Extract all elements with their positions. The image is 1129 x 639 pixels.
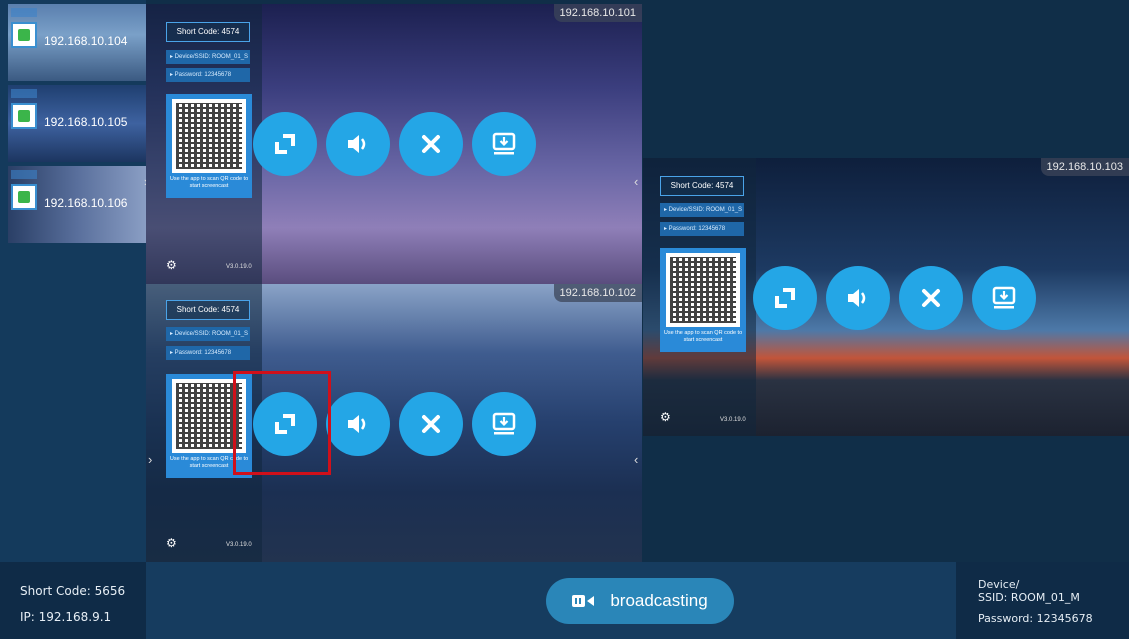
mini-code-box: [11, 8, 37, 17]
download-screen-button[interactable]: [472, 112, 536, 176]
broadcast-icon: [572, 595, 595, 607]
broadcast-label: broadcasting: [610, 591, 708, 610]
ssid-bar: ▸ Device/SSID: ROOM_01_S: [660, 203, 744, 217]
download-screen-icon: [492, 132, 516, 155]
close-button[interactable]: [899, 266, 963, 330]
short-code-box: Short Code: 4574: [166, 22, 250, 42]
close-icon: [422, 415, 440, 433]
fullscreen-button[interactable]: [753, 266, 817, 330]
broadcast-button[interactable]: broadcasting: [546, 578, 734, 624]
screencast-app: 192.168.10.104 192.168.10.105 192.168.10…: [0, 0, 1129, 639]
gear-icon[interactable]: ⚙: [660, 410, 674, 424]
volume-button[interactable]: [326, 392, 390, 456]
volume-button[interactable]: [826, 266, 890, 330]
close-button[interactable]: [399, 392, 463, 456]
device-ip: 192.168.10.104: [44, 34, 128, 48]
close-icon: [922, 289, 940, 307]
fullscreen-icon: [275, 134, 295, 154]
password-bar: ▸ Password: 12345678: [166, 68, 250, 82]
volume-icon: [348, 135, 366, 153]
screen-ip-tag: 192.168.10.101: [553, 4, 642, 22]
screen-ip-tag: 192.168.10.102: [553, 284, 642, 302]
host-ip: IP: 192.168.9.1: [20, 610, 112, 624]
volume-button[interactable]: [326, 112, 390, 176]
fullscreen-icon: [775, 288, 795, 308]
ssid-label: SSID: ROOM_01_M: [978, 591, 1080, 604]
password-label: Password: 12345678: [978, 612, 1093, 625]
network-info: Device/ SSID: ROOM_01_M Password: 123456…: [956, 562, 1129, 639]
qr-code: [666, 253, 740, 327]
screen-ip-tag: 192.168.10.103: [1040, 158, 1129, 176]
qr-caption: Use the app to scan QR code to start scr…: [169, 176, 249, 189]
qr-caption: Use the app to scan QR code to start scr…: [663, 330, 743, 343]
sidebar-item-device-105[interactable]: 192.168.10.105: [8, 85, 146, 162]
screen-controls-101: [253, 112, 536, 176]
volume-icon: [348, 415, 366, 433]
device-ip: 192.168.10.106: [44, 196, 128, 210]
screen-controls-103: [753, 266, 1036, 330]
volume-icon: [848, 289, 866, 307]
version-label: V3.0.19.0: [226, 264, 252, 270]
bottom-bar: Short Code: 5656 IP: 192.168.9.1 broadca…: [0, 562, 1129, 639]
download-screen-button[interactable]: [972, 266, 1036, 330]
highlight-box: [233, 371, 331, 475]
device-sidebar: 192.168.10.104 192.168.10.105 192.168.10…: [0, 0, 148, 562]
host-info: Short Code: 5656 IP: 192.168.9.1: [0, 562, 146, 639]
qr-card: Use the app to scan QR code to start scr…: [166, 94, 252, 198]
qr-thumbnail: [11, 184, 37, 210]
qr-code: [172, 99, 246, 173]
mini-code-box: [11, 170, 37, 179]
close-button[interactable]: [399, 112, 463, 176]
gear-icon[interactable]: ⚙: [166, 258, 180, 272]
qr-thumbnail: [11, 103, 37, 129]
host-short-code: Short Code: 5656: [20, 584, 126, 598]
close-icon: [422, 135, 440, 153]
collapse-arrow-icon[interactable]: ‹: [634, 174, 638, 189]
expand-arrow-icon[interactable]: ›: [148, 452, 152, 467]
screen-info-panel: Short Code: 4574 ▸ Device/SSID: ROOM_01_…: [146, 4, 262, 284]
ssid-bar: ▸ Device/SSID: ROOM_01_S: [166, 327, 250, 341]
device-label: Device/: [978, 578, 1020, 591]
version-label: V3.0.19.0: [720, 417, 746, 423]
download-screen-icon: [492, 412, 516, 435]
password-bar: ▸ Password: 12345678: [660, 222, 744, 236]
version-label: V3.0.19.0: [226, 542, 252, 548]
password-bar: ▸ Password: 12345678: [166, 346, 250, 360]
screen-info-panel: Short Code: 4574 ▸ Device/SSID: ROOM_01_…: [643, 158, 756, 436]
fullscreen-button[interactable]: [253, 112, 317, 176]
ssid-bar: ▸ Device/SSID: ROOM_01_S: [166, 50, 250, 64]
download-screen-icon: [992, 286, 1016, 309]
gear-icon[interactable]: ⚙: [166, 536, 180, 550]
collapse-arrow-icon[interactable]: ‹: [634, 452, 638, 467]
download-screen-button[interactable]: [472, 392, 536, 456]
qr-thumbnail: [11, 22, 37, 48]
sidebar-item-device-104[interactable]: 192.168.10.104: [8, 4, 146, 81]
mini-code-box: [11, 89, 37, 98]
sidebar-item-device-106[interactable]: 192.168.10.106: [8, 166, 146, 243]
device-ip: 192.168.10.105: [44, 115, 128, 129]
qr-card: Use the app to scan QR code to start scr…: [660, 248, 746, 352]
short-code-box: Short Code: 4574: [166, 300, 250, 320]
short-code-box: Short Code: 4574: [660, 176, 744, 196]
